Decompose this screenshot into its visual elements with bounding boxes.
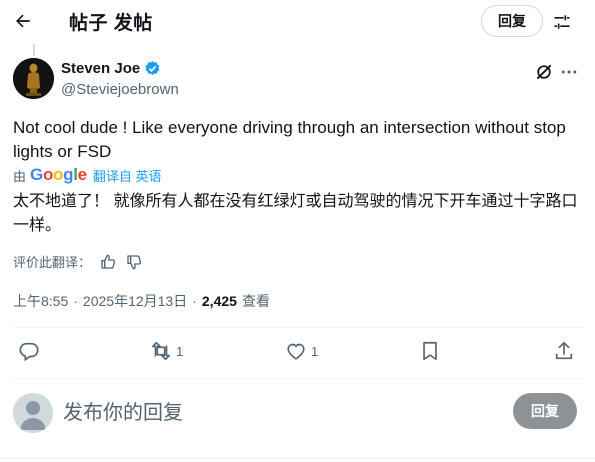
google-logo-icon: Google [30,165,87,184]
author-avatar[interactable] [13,58,54,99]
meta-separator: · [73,293,78,309]
divider [0,458,595,459]
translation-attribution: 由 Google 翻译自 英语 [13,165,161,185]
ellipsis-icon [561,70,577,74]
divider [13,378,582,379]
back-button[interactable] [8,6,38,36]
reply-submit-button[interactable]: 回复 [513,393,577,429]
rate-translation-label: 评价此翻译： [13,255,92,270]
reply-input[interactable] [63,398,483,428]
author-name[interactable]: Steven Joe [61,60,140,77]
more-options-button[interactable] [557,60,581,84]
retweet-action[interactable]: 1 [150,340,183,362]
translated-text: 太不地道了！ 就像所有人都在没有红绿灯或自动驾驶的情况下开车通过十字路口一样。 [13,193,578,234]
like-action[interactable]: 1 [285,340,318,362]
filter-button[interactable] [548,8,576,36]
author-name-row[interactable]: Steven Joe [61,60,161,77]
meta-separator: · [192,293,197,309]
post-text: Not cool dude ! Like everyone driving th… [13,118,566,161]
retweet-count: 1 [176,343,184,359]
thread-connector-line [33,44,35,56]
retweet-icon [151,341,171,361]
post-metadata: 上午8:55 · 2025年12月13日 · 2,425 查看 [13,291,270,311]
sliders-icon [554,15,570,29]
like-count: 1 [311,343,319,359]
verified-badge-icon [145,61,160,75]
comment-icon [19,342,39,362]
default-user-icon [13,393,53,433]
thumbs-down-icon[interactable] [125,253,143,271]
post-date[interactable]: 2025年12月13日 [83,291,187,311]
grok-button[interactable] [532,60,556,84]
page-title: 帖子 发帖 [69,13,153,34]
bookmark-action[interactable] [419,340,441,362]
bookmark-icon [423,341,437,361]
post-actions-bar: 1 1 [0,332,595,372]
translated-by-label: 由 [13,168,27,184]
share-icon [555,341,573,360]
rate-translation: 评价此翻译： [13,252,143,271]
statue-avatar-icon [13,58,54,99]
translated-from-link[interactable]: 翻译自 英语 [93,166,162,185]
reply-action[interactable] [18,340,44,362]
author-handle[interactable]: @Steviejoebrown [61,81,179,98]
divider [13,327,582,328]
reply-composer: 回复 [0,385,595,435]
views-count: 2,425 [201,293,237,309]
heart-icon [287,343,305,360]
top-bar: 帖子 发帖 回复 [0,0,595,42]
arrow-left-icon [16,14,30,28]
thumbs-up-icon[interactable] [99,253,117,271]
share-action[interactable] [553,340,575,362]
reply-header-button[interactable]: 回复 [481,5,543,37]
views-label: 查看 [241,293,270,309]
post-time[interactable]: 上午8:55 [13,291,68,311]
grok-icon [536,64,552,80]
current-user-avatar[interactable] [13,393,53,433]
